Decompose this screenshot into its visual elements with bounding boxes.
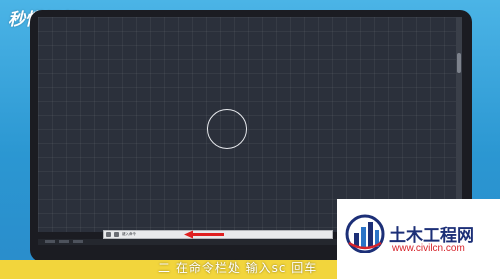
scrollbar-thumb[interactable]: [457, 53, 461, 73]
subtitle-text: 二 在命令栏处 输入sc 回车: [158, 261, 318, 275]
layout-tab[interactable]: [73, 240, 83, 243]
drawn-circle[interactable]: [207, 109, 247, 149]
pointer-arrow-icon: [184, 230, 224, 239]
layout-tab[interactable]: [59, 240, 69, 243]
command-input[interactable]: 键入命令: [122, 232, 136, 237]
layout-tab[interactable]: [45, 240, 55, 243]
building-logo-icon: [345, 214, 385, 253]
close-icon[interactable]: [106, 232, 111, 237]
site-url: www.civilcn.com: [392, 243, 465, 254]
settings-icon[interactable]: [114, 232, 119, 237]
layout-tabs: [45, 240, 83, 243]
site-logo-panel: 土木工程网 www.civilcn.com: [337, 199, 500, 279]
